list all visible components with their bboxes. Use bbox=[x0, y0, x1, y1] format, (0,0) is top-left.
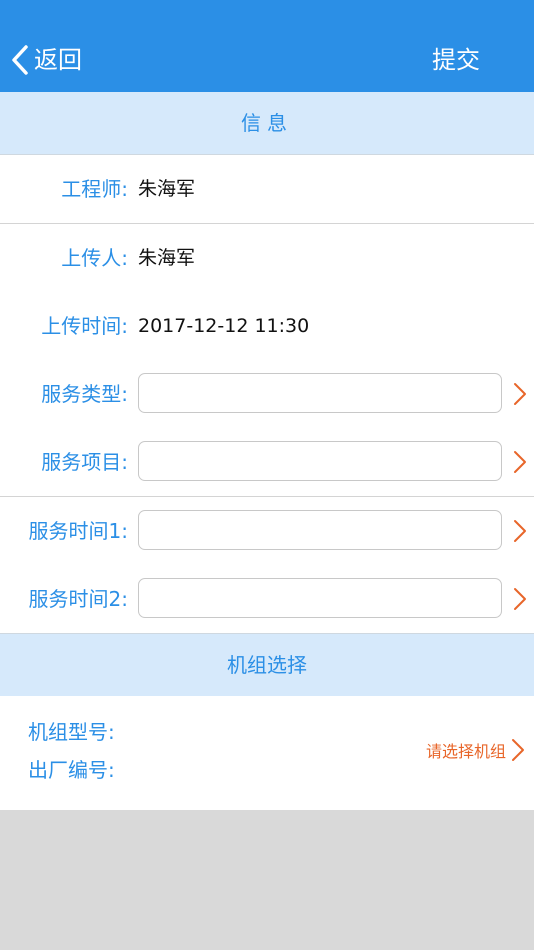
back-label: 返回 bbox=[34, 46, 82, 74]
engineer-value: 朱海军 bbox=[138, 178, 196, 200]
section-header-unit: 机组选择 bbox=[0, 633, 534, 697]
row-service-time-1: 服务时间1: bbox=[0, 497, 534, 566]
section-header-info: 信息 bbox=[0, 92, 534, 155]
service-type-input[interactable] bbox=[138, 373, 502, 413]
uploader-label: 上传人: bbox=[61, 246, 128, 270]
row-upload-time: 上传时间: 2017-12-12 11:30 bbox=[0, 292, 534, 361]
upload-time-label: 上传时间: bbox=[41, 314, 128, 338]
unit-model-label: 机组型号: bbox=[28, 720, 115, 744]
service-time-1-label: 服务时间1: bbox=[28, 519, 128, 543]
submit-button[interactable]: 提交 bbox=[432, 40, 480, 80]
unit-panel: 机组型号: 出厂编号: 请选择机组 bbox=[0, 696, 534, 810]
choose-unit-button[interactable]: 请选择机组 bbox=[426, 736, 526, 764]
row-service-type: 服务类型: bbox=[0, 360, 534, 429]
back-button[interactable]: 返回 bbox=[10, 40, 82, 80]
chevron-left-icon bbox=[12, 45, 28, 75]
row-service-time-2: 服务时间2: bbox=[0, 565, 534, 634]
service-time-1-input[interactable] bbox=[138, 510, 502, 550]
unit-serial-label: 出厂编号: bbox=[28, 758, 115, 782]
navigation-bar: 返回 提交 bbox=[0, 0, 534, 92]
service-item-label: 服务项目: bbox=[41, 450, 128, 474]
service-time-2-label: 服务时间2: bbox=[28, 587, 128, 611]
chevron-right-icon[interactable] bbox=[512, 449, 528, 475]
row-uploader: 上传人: 朱海军 bbox=[0, 224, 534, 293]
chevron-right-icon[interactable] bbox=[512, 586, 528, 612]
service-type-label: 服务类型: bbox=[41, 382, 128, 406]
upload-time-value: 2017-12-12 11:30 bbox=[138, 315, 310, 337]
row-engineer: 工程师: 朱海军 bbox=[0, 155, 534, 224]
row-service-item: 服务项目: bbox=[0, 428, 534, 497]
chevron-right-icon[interactable] bbox=[512, 518, 528, 544]
service-item-input[interactable] bbox=[138, 441, 502, 481]
choose-unit-label: 请选择机组 bbox=[425, 742, 506, 761]
engineer-label: 工程师: bbox=[61, 177, 128, 201]
service-time-2-input[interactable] bbox=[138, 578, 502, 618]
screen: 返回 提交 信息 工程师: 朱海军 上传人: 朱海军 上传时间: 2017-12… bbox=[0, 0, 534, 950]
chevron-right-icon bbox=[512, 739, 524, 761]
chevron-right-icon[interactable] bbox=[512, 381, 528, 407]
uploader-value: 朱海军 bbox=[138, 247, 196, 269]
